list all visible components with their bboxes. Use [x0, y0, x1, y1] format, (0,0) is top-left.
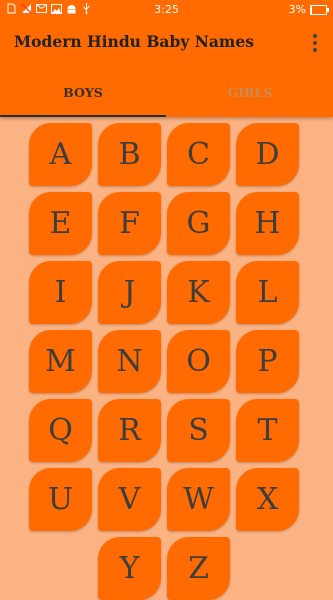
status-bar: 3:25 3% — [0, 0, 333, 19]
letter-tile-q[interactable]: Q — [29, 399, 92, 462]
letter-tile-n[interactable]: N — [98, 330, 161, 393]
letter-tile-b[interactable]: B — [98, 123, 161, 186]
letter-tile-p[interactable]: P — [236, 330, 299, 393]
letter-tile-r[interactable]: R — [98, 399, 161, 462]
tab-boys[interactable]: BOYS — [0, 67, 166, 117]
letter-tile-e[interactable]: E — [29, 192, 92, 255]
letter-tile-y[interactable]: Y — [98, 537, 161, 600]
letter-tile-s[interactable]: S — [167, 399, 230, 462]
letter-tile-g[interactable]: G — [167, 192, 230, 255]
letter-tile-j[interactable]: J — [98, 261, 161, 324]
battery-percent: 3% — [288, 3, 306, 16]
letter-tile-x[interactable]: X — [236, 468, 299, 531]
battery-icon — [310, 4, 329, 15]
letter-tile-a[interactable]: A — [29, 123, 92, 186]
letter-tile-z[interactable]: Z — [167, 537, 230, 600]
app-title: Modern Hindu Baby Names — [14, 32, 254, 51]
letter-tile-c[interactable]: C — [167, 123, 230, 186]
tab-girls[interactable]: GIRLS — [167, 67, 333, 117]
letter-tile-h[interactable]: H — [236, 192, 299, 255]
letter-tile-w[interactable]: W — [167, 468, 230, 531]
letter-tile-v[interactable]: V — [98, 468, 161, 531]
tab-bar: BOYS GIRLS — [0, 67, 333, 117]
more-vert-icon[interactable] — [307, 32, 323, 54]
status-right: 3% — [288, 3, 329, 16]
letter-tile-u[interactable]: U — [29, 468, 92, 531]
letter-tile-m[interactable]: M — [29, 330, 92, 393]
letter-tile-d[interactable]: D — [236, 123, 299, 186]
letter-tile-i[interactable]: I — [29, 261, 92, 324]
letter-tile-l[interactable]: L — [236, 261, 299, 324]
letter-grid: ABCD EFGH IJKL MNOP QRST UVWX YZ — [0, 117, 333, 600]
app-bar: Modern Hindu Baby Names — [0, 19, 333, 67]
letter-tile-o[interactable]: O — [167, 330, 230, 393]
letter-tile-f[interactable]: F — [98, 192, 161, 255]
status-time: 3:25 — [154, 3, 179, 16]
letter-tile-k[interactable]: K — [167, 261, 230, 324]
letter-tile-t[interactable]: T — [236, 399, 299, 462]
